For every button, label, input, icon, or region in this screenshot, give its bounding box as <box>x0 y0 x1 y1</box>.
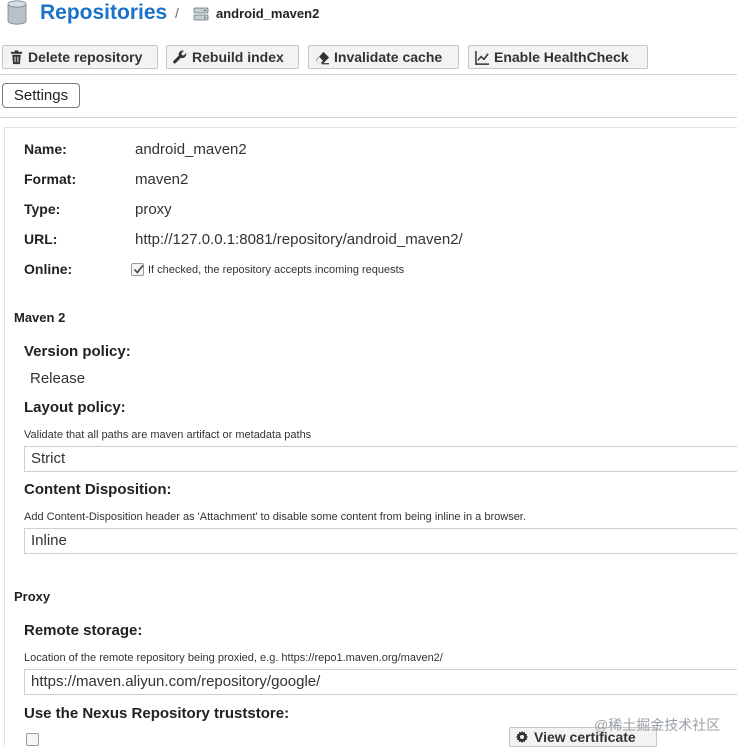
content-disposition-help: Add Content-Disposition header as 'Attac… <box>24 511 526 523</box>
remote-storage-help: Location of the remote repository being … <box>24 652 443 664</box>
invalidate-cache-label: Invalidate cache <box>334 49 443 65</box>
name-value: android_maven2 <box>135 141 247 158</box>
layout-policy-help: Validate that all paths are maven artifa… <box>24 429 312 441</box>
wrench-icon <box>173 50 187 63</box>
trash-icon <box>10 49 23 64</box>
name-label: Name: <box>24 141 67 157</box>
rebuild-index-button[interactable]: Rebuild index <box>166 45 299 69</box>
eraser-icon <box>315 51 330 64</box>
format-label: Format: <box>24 171 77 187</box>
format-value: maven2 <box>135 171 189 188</box>
toolbar-divider <box>0 74 737 75</box>
tab-divider <box>0 117 737 118</box>
maven-section-title: Maven 2 <box>14 310 66 325</box>
gear-icon <box>515 730 529 744</box>
enable-healthcheck-button[interactable]: Enable HealthCheck <box>468 45 648 69</box>
rebuild-index-label: Rebuild index <box>192 49 284 65</box>
url-value[interactable]: http://127.0.0.1:8081/repository/android… <box>135 231 463 248</box>
page-title[interactable]: Repositories <box>40 0 167 26</box>
type-value: proxy <box>135 201 172 218</box>
truststore-checkbox[interactable] <box>26 733 39 746</box>
server-icon <box>193 7 209 21</box>
delete-repository-button[interactable]: Delete repository <box>2 45 158 69</box>
breadcrumb-separator: / <box>175 5 179 21</box>
online-label: Online: <box>24 261 73 277</box>
remote-storage-input[interactable]: https://maven.aliyun.com/repository/goog… <box>24 669 737 695</box>
remote-storage-label: Remote storage: <box>24 622 143 639</box>
type-label: Type: <box>24 201 61 217</box>
version-policy-label: Version policy: <box>24 343 131 360</box>
url-label: URL: <box>24 231 58 247</box>
layout-policy-select[interactable]: Strict <box>24 446 737 472</box>
layout-policy-label: Layout policy: <box>24 399 126 416</box>
chart-line-icon <box>475 50 490 65</box>
truststore-label: Use the Nexus Repository truststore: <box>24 705 290 722</box>
watermark: @稀土掘金技术社区 <box>594 717 721 733</box>
content-disposition-select[interactable]: Inline <box>24 528 737 554</box>
invalidate-cache-button[interactable]: Invalidate cache <box>308 45 459 69</box>
database-icon <box>7 0 27 25</box>
online-help: If checked, the repository accepts incom… <box>148 264 405 276</box>
online-checkbox[interactable] <box>131 263 144 276</box>
enable-healthcheck-label: Enable HealthCheck <box>494 49 629 65</box>
breadcrumb: android_maven2 <box>216 6 320 21</box>
content-disposition-label: Content Disposition: <box>24 481 172 498</box>
version-policy-value: Release <box>30 370 86 387</box>
delete-repository-label: Delete repository <box>28 49 143 65</box>
proxy-section-title: Proxy <box>14 589 51 604</box>
tab-settings[interactable]: Settings <box>2 83 80 108</box>
checkmark-icon <box>133 265 144 274</box>
